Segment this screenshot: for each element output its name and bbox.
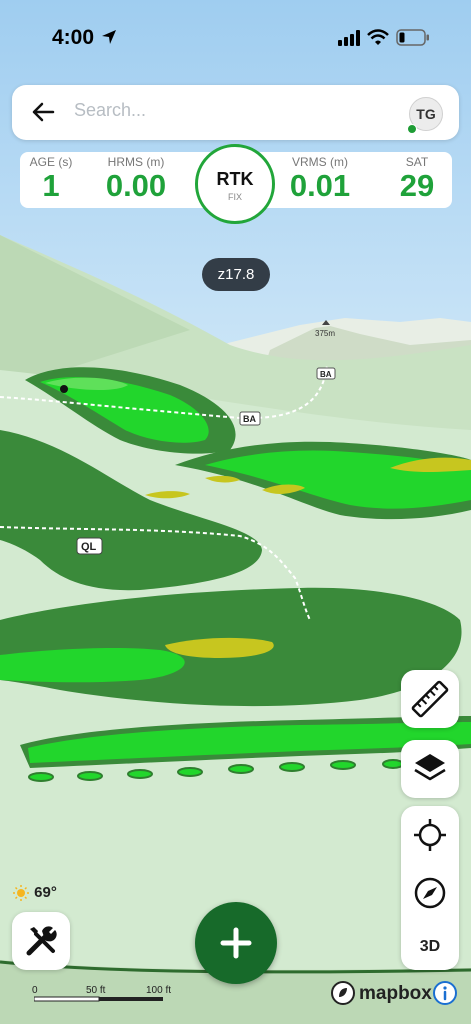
scale-label: 50 ft [86, 985, 106, 996]
ruler-icon [411, 680, 449, 718]
fix-mode: RTK [216, 169, 254, 189]
search-input[interactable] [74, 100, 374, 121]
svg-text:BA: BA [243, 414, 256, 424]
hrms-label: HRMS (m) [107, 155, 165, 169]
road-label: QL [76, 537, 103, 555]
peak-label: 375m [315, 329, 335, 338]
sat-value: 29 [399, 168, 435, 203]
battery-icon [396, 29, 429, 46]
plus-icon [220, 927, 252, 959]
age-metric: AGE (s) 1 [28, 152, 74, 203]
temperature: 69° [34, 884, 57, 901]
hrms-metric: HRMS (m) 0.00 [96, 152, 176, 203]
scale-bar: 0 50 ft 100 ft [30, 985, 180, 1005]
vrms-metric: VRMS (m) 0.01 [282, 152, 358, 203]
scale-label: 100 ft [146, 985, 172, 996]
hrms-value: 0.00 [105, 168, 167, 203]
road-label: BA [316, 367, 336, 380]
layers-button[interactable] [401, 740, 459, 798]
tools-icon [26, 926, 57, 956]
signal-icon [338, 30, 360, 46]
info-icon[interactable] [432, 980, 458, 1006]
vrms-value: 0.01 [289, 168, 351, 203]
clock: 4:00 [52, 26, 95, 49]
layers-icon [414, 754, 446, 781]
sun-icon [13, 885, 29, 902]
status-bar: 4:00 [0, 0, 471, 72]
vrms-label: VRMS (m) [292, 155, 348, 169]
mapbox-logo-icon [331, 981, 355, 1005]
zoom-level-badge: z17.8 [202, 258, 270, 291]
wifi-icon [367, 29, 389, 45]
road-label: BA [239, 411, 261, 426]
3d-toggle-button[interactable]: 3D [401, 938, 459, 956]
mapbox-attribution: mapbox [331, 981, 432, 1010]
scale-label: 0 [32, 985, 38, 996]
sat-label: SAT [405, 155, 429, 169]
mapbox-wordmark: mapbox [359, 983, 432, 1004]
fix-status: FIX [227, 192, 242, 202]
measure-button[interactable] [401, 670, 459, 728]
location-arrow-icon [102, 30, 116, 44]
search-bar: TG [12, 85, 459, 140]
age-label: AGE (s) [29, 155, 73, 169]
avatar-initials: TG [416, 106, 436, 122]
map-controls-group: 3D [401, 806, 459, 970]
add-button[interactable] [195, 902, 277, 984]
compass-icon[interactable] [401, 876, 459, 910]
svg-text:BA: BA [320, 370, 332, 379]
weather-widget: 69° [12, 884, 57, 902]
sat-metric: SAT 29 [392, 152, 442, 203]
tools-button[interactable] [12, 912, 70, 970]
rtk-fix-button[interactable]: RTK FIX [195, 144, 275, 224]
avatar[interactable]: TG [407, 97, 443, 134]
back-arrow-icon[interactable] [30, 99, 56, 125]
crosshair-icon[interactable] [401, 818, 459, 852]
online-status-dot [407, 124, 417, 134]
age-value: 1 [42, 168, 60, 203]
svg-text:QL: QL [81, 541, 97, 553]
